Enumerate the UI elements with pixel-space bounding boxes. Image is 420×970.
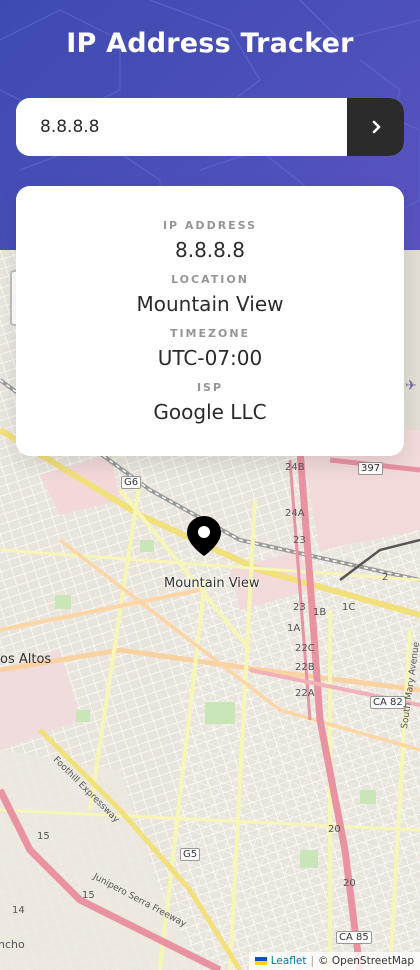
attribution-separator: | [310, 955, 315, 967]
area-label-rancho: ncho [0, 938, 25, 951]
page-title: IP Address Tracker [66, 28, 354, 59]
route-shield-ca85: CA 85 [336, 931, 372, 944]
route-shield-g6: G6 [121, 476, 142, 489]
exit-label-20b: 20 [343, 878, 356, 889]
route-shield-397: 397 [358, 462, 384, 475]
timezone-label: TIMEZONE [169, 327, 251, 340]
osm-attribution-text: © OpenStreetMap [318, 955, 414, 967]
exit-label-1a: 1A [287, 623, 301, 634]
route-shield-g5: G5 [180, 848, 201, 861]
ip-address-value: 8.8.8.8 [175, 238, 245, 262]
exit-label-24b: 24B [285, 462, 305, 473]
location-value: Mountain View [136, 292, 284, 316]
exit-label-15b: 15 [82, 890, 95, 901]
exit-label-1b: 1B [313, 607, 327, 618]
exit-label-24a: 24A [285, 508, 305, 519]
exit-label-15: 15 [37, 831, 50, 842]
exit-label-22c: 22C [295, 643, 315, 654]
city-label-los-altos: os Altos [0, 652, 52, 667]
isp-value: Google LLC [153, 400, 267, 424]
exit-label-22b: 22B [295, 662, 315, 673]
exit-label-23: 23 [293, 535, 306, 546]
svg-text:✈: ✈ [405, 378, 417, 394]
location-label: LOCATION [171, 273, 249, 286]
city-label-mountain-view: Mountain View [164, 576, 260, 591]
chevron-right-icon [372, 120, 380, 134]
ip-address-label: IP ADDRESS [162, 219, 258, 232]
map-attribution: Leaflet | © OpenStreetMap [248, 952, 420, 970]
ip-search-input[interactable] [16, 98, 347, 156]
route-shield-ca82: CA 82 [370, 696, 406, 709]
exit-label-14: 14 [12, 905, 25, 916]
location-pin-icon[interactable] [187, 516, 221, 556]
search-submit-button[interactable] [347, 98, 404, 156]
exit-label-23b: 23 [293, 602, 306, 613]
ip-search-form [16, 98, 404, 156]
leaflet-link[interactable]: Leaflet [271, 952, 307, 970]
timezone-value: UTC-07:00 [157, 346, 263, 370]
exit-label-22a: 22A [295, 688, 315, 699]
ip-info-card: IP ADDRESS 8.8.8.8 LOCATION Mountain Vie… [16, 186, 404, 456]
exit-label-1c: 1C [342, 602, 356, 613]
isp-label: ISP [196, 381, 224, 394]
exit-label-20: 20 [328, 824, 341, 835]
exit-label-2: 2 [382, 572, 389, 583]
ukraine-flag-icon [254, 957, 267, 965]
